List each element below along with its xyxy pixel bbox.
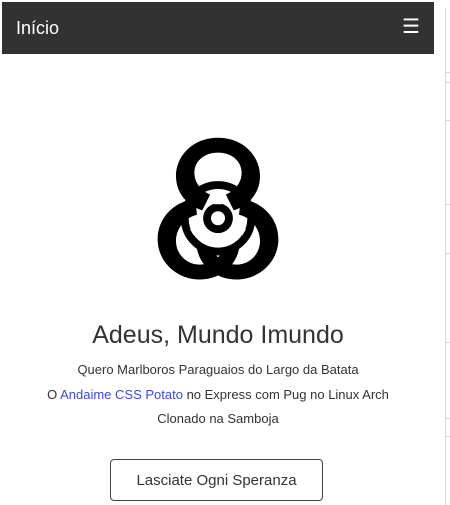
subtitle-line-2: O Andaime CSS Potato no Express com Pug … — [2, 386, 434, 404]
page-title: Adeus, Mundo Imundo — [92, 321, 344, 349]
biohazard-icon — [157, 137, 279, 280]
subtitle-line-3: Clonado na Samboja — [157, 411, 279, 426]
scrollbar[interactable] — [434, 0, 450, 505]
scroll-tick — [445, 253, 450, 254]
app-viewport: Início ☰ Adeus, Mundo Imundo Quero Marlb… — [2, 2, 434, 505]
hamburger-menu-icon[interactable]: ☰ — [402, 15, 420, 39]
scroll-tick — [445, 82, 450, 83]
scroll-tick — [445, 342, 450, 343]
subtitle-suffix: no Express com Pug no Linux Arch — [182, 387, 389, 402]
scroll-tick — [445, 204, 450, 205]
scroll-tick — [445, 418, 450, 419]
home-link[interactable]: Início — [16, 16, 59, 40]
subtitle-prefix: O — [47, 387, 61, 402]
navbar: Início ☰ — [2, 2, 434, 54]
scroll-tick — [445, 72, 450, 73]
scroll-tick — [445, 436, 450, 437]
scroll-tick — [445, 120, 450, 121]
andaime-css-link[interactable]: Andaime CSS Potato — [60, 387, 183, 402]
lasciate-button[interactable]: Lasciate Ogni Speranza — [110, 459, 323, 501]
subtitle-line-1: Quero Marlboros Paraguaios do Largo da B… — [77, 362, 359, 377]
